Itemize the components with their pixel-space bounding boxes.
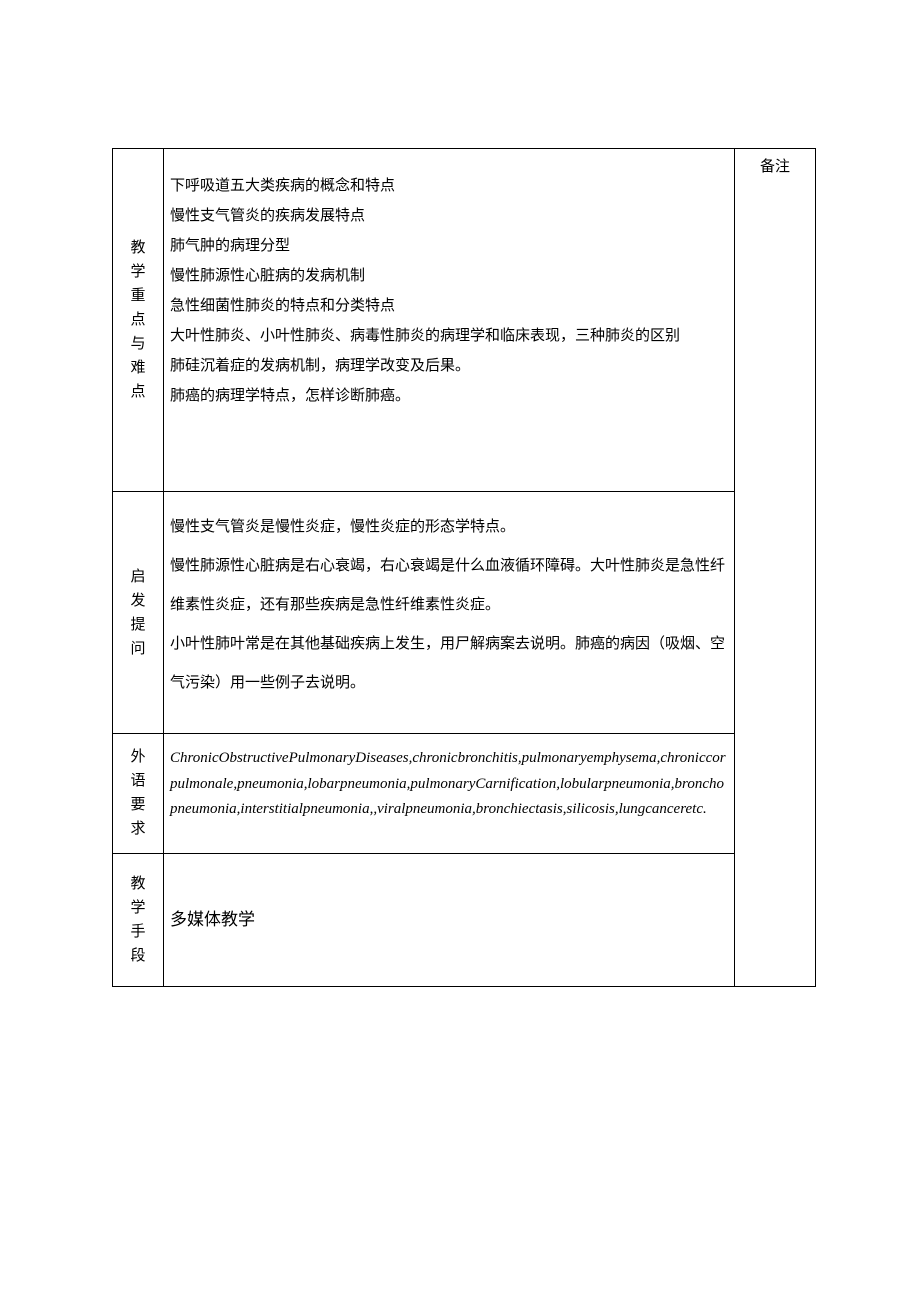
table-row: 教学手段 多媒体教学 bbox=[113, 853, 816, 986]
document-page: 教学重点与难点 下呼吸道五大类疾病的概念和特点慢性支气管炎的疾病发展特点肺气肿的… bbox=[0, 0, 920, 1301]
row-content-method: 多媒体教学 bbox=[164, 853, 735, 986]
row-label-cell: 教学重点与难点 bbox=[113, 149, 164, 492]
row-content-questions: 慢性支气管炎是慢性炎症，慢性炎症的形态学特点。慢性肺源性心脏病是右心衰竭，右心衰… bbox=[164, 492, 735, 734]
row-label-cell: 外语要求 bbox=[113, 734, 164, 854]
row-label-foreign: 外语要求 bbox=[113, 737, 163, 849]
row-label-cell: 教学手段 bbox=[113, 853, 164, 986]
table-row: 外语要求 ChronicObstructivePulmonaryDiseases… bbox=[113, 734, 816, 854]
row-label-cell: 启发提问 bbox=[113, 492, 164, 734]
row-label-method: 教学手段 bbox=[113, 864, 163, 976]
notes-column: 备注 bbox=[735, 149, 816, 987]
row-content-keypoints: 下呼吸道五大类疾病的概念和特点慢性支气管炎的疾病发展特点肺气肿的病理分型慢性肺源… bbox=[164, 149, 735, 492]
row-label-questions: 启发提问 bbox=[113, 557, 163, 669]
table-row: 启发提问 慢性支气管炎是慢性炎症，慢性炎症的形态学特点。慢性肺源性心脏病是右心衰… bbox=[113, 492, 816, 734]
row-content-foreign: ChronicObstructivePulmonaryDiseases,chro… bbox=[164, 734, 735, 854]
row-label-keypoints: 教学重点与难点 bbox=[113, 228, 163, 412]
lesson-plan-table: 教学重点与难点 下呼吸道五大类疾病的概念和特点慢性支气管炎的疾病发展特点肺气肿的… bbox=[112, 148, 816, 987]
table-row: 教学重点与难点 下呼吸道五大类疾病的概念和特点慢性支气管炎的疾病发展特点肺气肿的… bbox=[113, 149, 816, 492]
